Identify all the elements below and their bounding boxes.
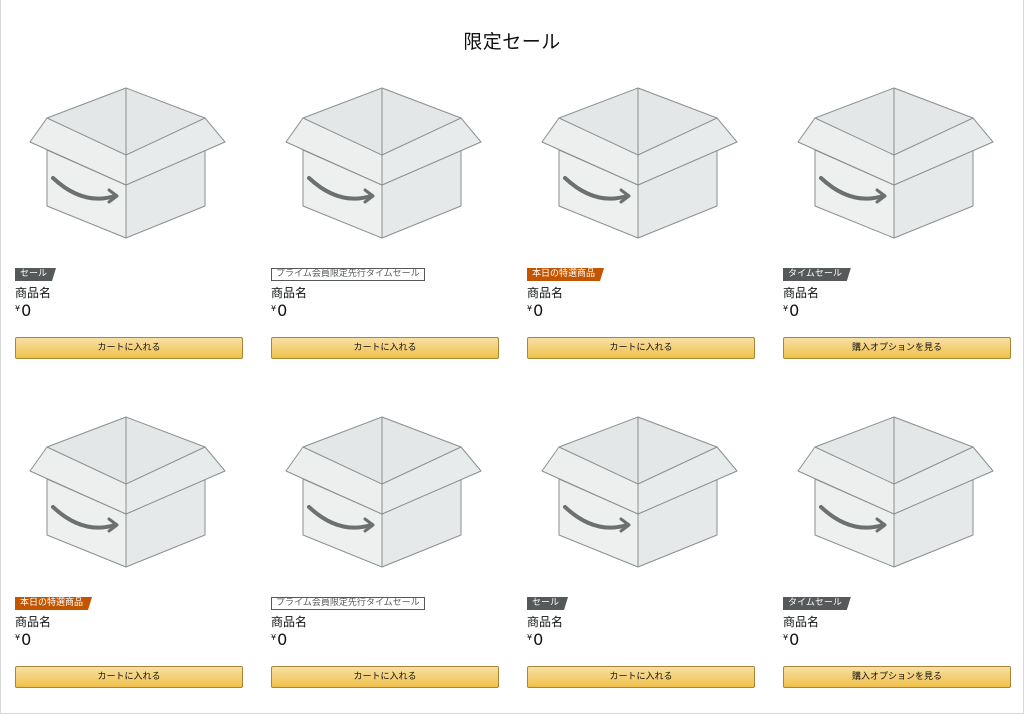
product-name[interactable]: 商品名 [527,615,563,629]
price-amount: 0 [21,301,32,320]
amazon-box-icon[interactable] [25,78,245,248]
currency-symbol: ¥ [15,633,21,642]
amazon-box-icon[interactable] [25,407,245,577]
deal-badge: プライム会員限定先行タイムセール [271,268,425,281]
add-to-cart-button[interactable]: カートに入れる [527,666,755,688]
product-name[interactable]: 商品名 [15,615,51,629]
product-card: プライム会員限定先行タイムセール 商品名 ¥ 0 カートに入れる [271,407,499,707]
amazon-box-icon[interactable] [537,407,757,577]
product-price: ¥ 0 [527,302,543,322]
amazon-box-icon[interactable] [793,78,1013,248]
currency-symbol: ¥ [783,304,789,313]
product-name[interactable]: 商品名 [527,286,563,300]
price-amount: 0 [789,630,800,649]
currency-symbol: ¥ [271,304,277,313]
price-amount: 0 [277,301,288,320]
currency-symbol: ¥ [271,633,277,642]
amazon-box-icon[interactable] [537,78,757,248]
product-price: ¥ 0 [15,631,31,651]
product-name[interactable]: 商品名 [271,615,307,629]
product-card: タイムセール 商品名 ¥ 0 購入オプションを見る [783,407,1011,707]
deal-badge: 本日の特選商品 [15,597,92,610]
product-price: ¥ 0 [271,631,287,651]
deal-badge: 本日の特選商品 [527,268,604,281]
product-card: セール 商品名 ¥ 0 カートに入れる [527,407,755,707]
deal-badge: プライム会員限定先行タイムセール [271,597,425,610]
add-to-cart-button[interactable]: カートに入れる [15,337,243,359]
currency-symbol: ¥ [527,633,533,642]
price-amount: 0 [533,630,544,649]
see-buying-options-button[interactable]: 購入オプションを見る [783,337,1011,359]
add-to-cart-button[interactable]: カートに入れる [527,337,755,359]
currency-symbol: ¥ [15,304,21,313]
price-amount: 0 [21,630,32,649]
see-buying-options-button[interactable]: 購入オプションを見る [783,666,1011,688]
product-name[interactable]: 商品名 [15,286,51,300]
currency-symbol: ¥ [527,304,533,313]
amazon-box-icon[interactable] [281,78,501,248]
add-to-cart-button[interactable]: カートに入れる [271,666,499,688]
product-price: ¥ 0 [783,631,799,651]
add-to-cart-button[interactable]: カートに入れる [15,666,243,688]
product-card: タイムセール 商品名 ¥ 0 購入オプションを見る [783,78,1011,378]
product-name[interactable]: 商品名 [783,286,819,300]
product-price: ¥ 0 [15,302,31,322]
amazon-box-icon[interactable] [793,407,1013,577]
product-card: セール 商品名 ¥ 0 カートに入れる [15,78,243,378]
deal-badge: タイムセール [783,597,851,610]
add-to-cart-button[interactable]: カートに入れる [271,337,499,359]
price-amount: 0 [789,301,800,320]
deal-badge: セール [527,597,568,610]
amazon-box-icon[interactable] [281,407,501,577]
deal-badge: タイムセール [783,268,851,281]
product-card: プライム会員限定先行タイムセール 商品名 ¥ 0 カートに入れる [271,78,499,378]
product-name[interactable]: 商品名 [271,286,307,300]
currency-symbol: ¥ [783,633,789,642]
price-amount: 0 [277,630,288,649]
product-name[interactable]: 商品名 [783,615,819,629]
product-price: ¥ 0 [527,631,543,651]
product-price: ¥ 0 [783,302,799,322]
product-card: 本日の特選商品 商品名 ¥ 0 カートに入れる [527,78,755,378]
price-amount: 0 [533,301,544,320]
deal-badge: セール [15,268,56,281]
product-card: 本日の特選商品 商品名 ¥ 0 カートに入れる [15,407,243,707]
product-price: ¥ 0 [271,302,287,322]
product-grid: セール 商品名 ¥ 0 カートに入れる プライム会員限定先行タイムセール 商品名… [15,78,1015,707]
page-title: 限定セール [463,30,561,53]
